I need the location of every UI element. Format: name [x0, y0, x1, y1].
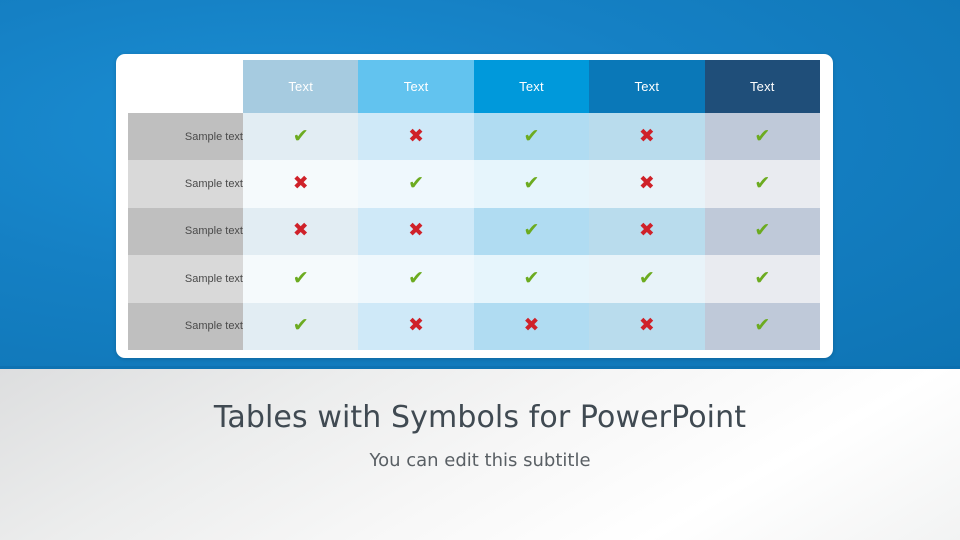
cross-icon: ✖: [638, 172, 655, 195]
table-cell-r5-c4[interactable]: ✖: [589, 302, 705, 350]
check-icon: ✔: [292, 314, 309, 337]
check-icon: ✔: [638, 266, 655, 289]
table-head: Text Text Text Text Text: [128, 60, 820, 113]
table-column-header-4[interactable]: Text: [589, 60, 705, 113]
table-cell-r3-c3[interactable]: ✔: [473, 207, 590, 256]
cross-icon: ✖: [292, 219, 309, 242]
check-icon: ✔: [523, 172, 540, 195]
table-cell-r2-c4[interactable]: ✖: [589, 160, 705, 208]
table-row-label-2[interactable]: Sample text: [128, 160, 243, 208]
table-row-label-4[interactable]: Sample text: [128, 255, 243, 303]
table-row: Sample text ✔ ✖ ✔ ✖ ✔: [128, 113, 820, 161]
table-body: Sample text ✔ ✖ ✔ ✖ ✔ Sample text ✖ ✔ ✔ ✖ ✔ Sample t…: [128, 113, 820, 350]
table-row: Sample text ✔ ✖ ✖ ✖ ✔: [128, 302, 820, 350]
table-row-label-1[interactable]: Sample text: [128, 113, 243, 161]
table-header-row: Text Text Text Text Text: [128, 60, 820, 113]
cross-icon: ✖: [523, 314, 540, 337]
table-cell-r2-c2[interactable]: ✔: [358, 160, 474, 208]
check-icon: ✔: [408, 266, 425, 289]
check-icon: ✔: [408, 172, 425, 195]
table-cell-r1-c3[interactable]: ✔: [473, 113, 590, 161]
page-title: Tables with Symbols for PowerPoint: [213, 400, 747, 435]
check-icon: ✔: [754, 172, 771, 195]
table-cell-r1-c4[interactable]: ✖: [589, 113, 705, 161]
table-row: Sample text ✔ ✔ ✔ ✔ ✔: [128, 255, 820, 303]
table-cell-r4-c3[interactable]: ✔: [473, 255, 590, 303]
table-cell-r1-c5[interactable]: ✔: [704, 113, 820, 161]
check-icon: ✔: [754, 314, 771, 337]
cross-icon: ✖: [638, 219, 655, 242]
table-cell-r4-c5[interactable]: ✔: [704, 255, 820, 303]
table-row-label-5[interactable]: Sample text: [128, 302, 243, 350]
page-subtitle: You can edit this subtitle: [369, 450, 591, 471]
table-row-label-3[interactable]: Sample text: [128, 207, 243, 256]
check-icon: ✔: [523, 266, 540, 289]
table-cell-r2-c3[interactable]: ✔: [473, 160, 590, 208]
table-row: Sample text ✖ ✔ ✔ ✖ ✔: [128, 160, 820, 208]
table-cell-r3-c1[interactable]: ✖: [243, 207, 359, 256]
cross-icon: ✖: [408, 314, 425, 337]
table-cell-r2-c5[interactable]: ✔: [704, 160, 820, 208]
table-cell-r4-c2[interactable]: ✔: [358, 255, 474, 303]
check-icon: ✔: [292, 124, 309, 147]
table-cell-r3-c2[interactable]: ✖: [358, 207, 474, 256]
table-cell-r4-c1[interactable]: ✔: [243, 255, 359, 303]
slide: Text Text Text Text Text Sample text ✔ ✖ ✔ ✖ ✔ Sam…: [0, 0, 960, 540]
check-icon: ✔: [754, 124, 771, 147]
table-row: Sample text ✖ ✖ ✔ ✖ ✔: [128, 207, 820, 256]
check-icon: ✔: [523, 219, 540, 242]
table-cell-r5-c1[interactable]: ✔: [243, 302, 359, 350]
table-cell-r3-c4[interactable]: ✖: [589, 207, 705, 256]
table-cell-r1-c2[interactable]: ✖: [358, 113, 474, 161]
cross-icon: ✖: [408, 124, 425, 147]
check-icon: ✔: [523, 124, 540, 147]
table-cell-r2-c1[interactable]: ✖: [243, 160, 359, 208]
cross-icon: ✖: [638, 314, 655, 337]
table-cell-r5-c2[interactable]: ✖: [358, 302, 474, 350]
check-icon: ✔: [754, 219, 771, 242]
table-cell-r1-c1[interactable]: ✔: [243, 113, 359, 161]
table-cell-r3-c5[interactable]: ✔: [704, 207, 820, 256]
table-cell-r4-c4[interactable]: ✔: [589, 255, 705, 303]
check-icon: ✔: [754, 266, 771, 289]
check-icon: ✔: [292, 266, 309, 289]
table-column-header-2[interactable]: Text: [358, 60, 474, 113]
cross-icon: ✖: [638, 124, 655, 147]
table-corner-cell: [128, 60, 243, 113]
table-column-header-1[interactable]: Text: [243, 60, 359, 113]
cross-icon: ✖: [292, 172, 309, 195]
symbols-table: Text Text Text Text Text Sample text ✔ ✖ ✔ ✖ ✔ Sam…: [128, 60, 820, 350]
table-column-header-5[interactable]: Text: [704, 60, 820, 113]
table-cell-r5-c3[interactable]: ✖: [473, 302, 590, 350]
table-column-header-3[interactable]: Text: [473, 60, 590, 113]
table-cell-r5-c5[interactable]: ✔: [704, 302, 820, 350]
cross-icon: ✖: [408, 219, 425, 242]
